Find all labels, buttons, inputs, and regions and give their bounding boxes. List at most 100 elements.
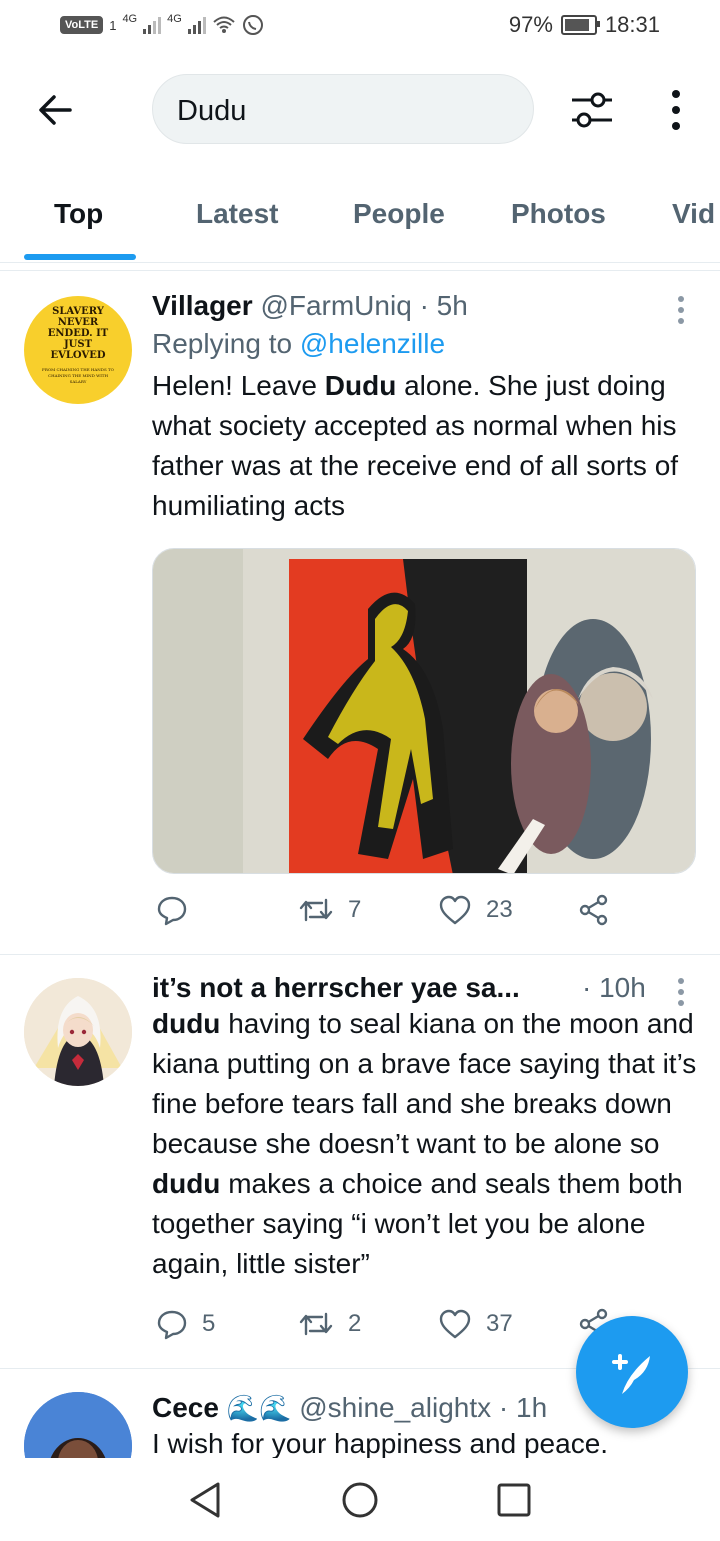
- filter-icon[interactable]: [568, 88, 616, 132]
- reply-count: 5: [202, 1310, 216, 1337]
- wifi-icon: [213, 16, 235, 33]
- retweet-icon: [299, 898, 333, 922]
- avatar-line: SALARY: [69, 379, 87, 384]
- nav-recents-icon[interactable]: [494, 1480, 534, 1520]
- like-icon: [439, 895, 471, 925]
- nav-back-icon[interactable]: [186, 1480, 226, 1520]
- dot-separator: ·: [419, 290, 429, 321]
- search-query: Dudu: [177, 95, 247, 127]
- replying-to-link[interactable]: @helenzille: [300, 328, 445, 359]
- replying-prefix: Replying to: [152, 328, 293, 359]
- handle[interactable]: @shine_alightx: [299, 1392, 491, 1423]
- tweet-image[interactable]: [152, 548, 696, 874]
- reply-button[interactable]: [156, 894, 202, 926]
- tab-videos[interactable]: Vid: [672, 198, 715, 230]
- timestamp: 10h: [599, 972, 646, 1003]
- profile-photo: [24, 1392, 132, 1458]
- whatsapp-icon: [242, 15, 263, 35]
- more-vertical-icon[interactable]: [664, 88, 688, 132]
- avatar[interactable]: SLAVERY NEVER ENDED. IT JUST EVLOVED FRO…: [24, 296, 132, 404]
- tweet-actions: 7 23: [152, 894, 697, 934]
- timestamp: 5h: [436, 290, 468, 321]
- tweet-text: Helen! Leave Dudu alone. She just doing …: [152, 366, 697, 526]
- like-count: 23: [486, 896, 513, 923]
- search-input[interactable]: Dudu: [152, 74, 534, 144]
- avatar-line: SLAVERY: [52, 306, 104, 317]
- text-part: having to seal kiana on the moon and kia…: [152, 1008, 697, 1159]
- status-bar: VoLTE 1 4G 4G 97% 18:31: [0, 0, 720, 54]
- tweet-menu-icon[interactable]: [676, 296, 686, 326]
- status-right: 97% 18:31: [509, 12, 660, 38]
- compose-button[interactable]: [576, 1316, 688, 1428]
- highlight-term: dudu: [152, 1168, 221, 1199]
- avatar-line: ENDED. IT: [47, 328, 109, 339]
- dot-separator: ·: [582, 972, 592, 1003]
- tweet-divider: [0, 954, 720, 955]
- retweet-icon: [299, 1312, 333, 1336]
- reply-icon: [157, 1310, 187, 1340]
- tab-people[interactable]: People: [353, 198, 445, 230]
- volte-badge: VoLTE: [60, 16, 104, 34]
- display-name[interactable]: Villager: [152, 290, 253, 321]
- signal2-icon: [187, 16, 206, 34]
- timestamp-group: · 10h: [582, 972, 646, 1004]
- share-icon: [579, 894, 608, 926]
- divider: [0, 270, 720, 271]
- tweet-content: Villager @FarmUniq · 5h Replying to @hel…: [152, 290, 697, 526]
- display-name[interactable]: it’s not a herrscher yae sa...: [152, 972, 520, 1003]
- search-header: Dudu: [0, 60, 720, 160]
- net2-label: 4G: [167, 13, 182, 25]
- tweet-text: dudu having to seal kiana on the moon an…: [152, 1004, 697, 1284]
- retweet-button[interactable]: 7: [298, 894, 361, 926]
- text-part: makes a choice and seals them both toget…: [152, 1168, 683, 1279]
- like-icon: [439, 1309, 471, 1339]
- display-name[interactable]: Cece: [152, 1392, 219, 1423]
- sim1-label: 1: [109, 17, 117, 33]
- timestamp: 1h: [516, 1392, 548, 1423]
- reply-icon: [157, 896, 187, 926]
- handle[interactable]: @FarmUniq: [260, 290, 411, 321]
- tweet-content: it’s not a herrscher yae sa... · 10h dud…: [152, 972, 697, 1284]
- painting-photo: [153, 549, 695, 873]
- net1-label: 4G: [122, 13, 138, 25]
- back-arrow-icon[interactable]: [34, 88, 78, 132]
- like-button[interactable]: 37: [438, 1308, 513, 1340]
- tweet-menu-icon[interactable]: [676, 978, 686, 1008]
- avatar-line: JUST: [63, 339, 93, 350]
- highlight-term: Dudu: [324, 370, 397, 401]
- like-button[interactable]: 23: [438, 894, 513, 926]
- avatar[interactable]: [24, 978, 132, 1086]
- search-tabs: Top Latest People Photos Vid: [0, 178, 720, 263]
- tab-photos[interactable]: Photos: [511, 198, 606, 230]
- avatar-slogan: SLAVERY NEVER ENDED. IT JUST EVLOVED FRO…: [24, 306, 132, 385]
- reply-button[interactable]: 5: [156, 1308, 215, 1340]
- avatar-line: EVLOVED: [50, 350, 106, 361]
- retweet-count: 2: [348, 1310, 362, 1337]
- highlight-term: dudu: [152, 1008, 221, 1039]
- battery-icon: [560, 15, 600, 35]
- battery-percent: 97%: [508, 12, 553, 37]
- tab-top[interactable]: Top: [54, 198, 103, 230]
- name-emoji: 🌊🌊: [226, 1393, 292, 1423]
- clock: 18:31: [604, 12, 660, 37]
- signal1-icon: [143, 16, 162, 34]
- retweet-count: 7: [348, 896, 362, 923]
- avatar[interactable]: [24, 1392, 132, 1458]
- system-nav-bar: [0, 1458, 720, 1541]
- anime-avatar-image: [24, 978, 132, 1086]
- share-button[interactable]: [578, 894, 610, 926]
- avatar-line: NEVER: [57, 317, 99, 328]
- dot-separator: ·: [498, 1392, 509, 1423]
- compose-icon: [612, 1354, 650, 1394]
- nav-home-icon[interactable]: [340, 1480, 380, 1520]
- tweet-header: Villager @FarmUniq · 5h: [152, 290, 697, 322]
- status-left: VoLTE 1 4G 4G: [60, 13, 264, 36]
- like-count: 37: [486, 1310, 513, 1337]
- tweet-header: it’s not a herrscher yae sa... · 10h: [152, 972, 697, 1004]
- tab-latest[interactable]: Latest: [196, 198, 278, 230]
- active-tab-indicator: [24, 254, 136, 260]
- retweet-button[interactable]: 2: [298, 1308, 361, 1340]
- replying-to: Replying to @helenzille: [152, 328, 697, 360]
- tweet-text: I wish for your happiness and peace.: [152, 1428, 609, 1458]
- text-part: Helen! Leave: [152, 370, 325, 401]
